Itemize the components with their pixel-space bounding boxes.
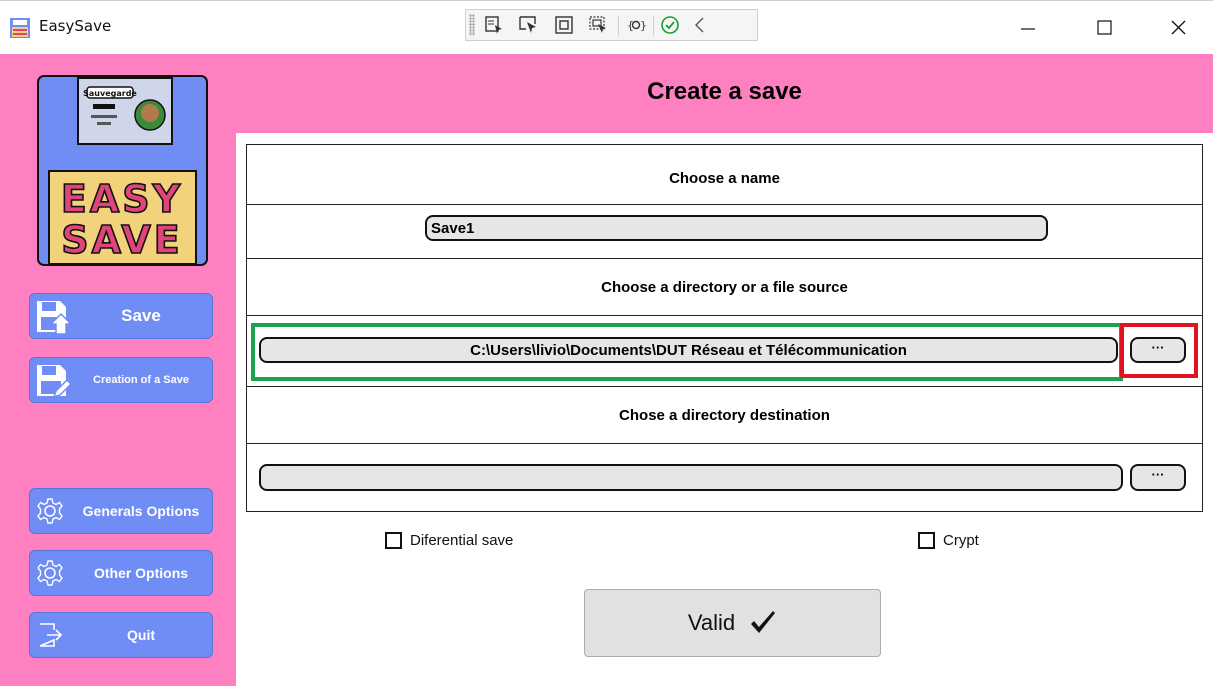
select-element-icon[interactable] xyxy=(484,15,504,35)
valid-button-label: Valid xyxy=(687,610,736,635)
differential-save-checkbox[interactable] xyxy=(385,532,402,549)
divider xyxy=(247,386,1202,387)
sidebar: Sauvegarde EASY SAVE Save Creation of a … xyxy=(0,54,236,686)
logo-text-top: EASY xyxy=(61,177,183,221)
toolbar-separator xyxy=(653,16,654,36)
destination-path-input[interactable] xyxy=(259,464,1123,491)
title-bar: EasySave { } xyxy=(0,0,1213,54)
generals-options-nav-button[interactable]: Generals Options xyxy=(29,488,213,534)
differential-save-option[interactable]: Diferential save xyxy=(385,532,513,549)
differential-save-label: Diferential save xyxy=(410,532,514,549)
page-header: Create a save xyxy=(236,54,1213,133)
crypt-checkbox[interactable] xyxy=(918,532,935,549)
valid-button[interactable]: Valid xyxy=(584,589,881,657)
save-nav-button[interactable]: Save xyxy=(29,293,213,339)
toolbar-grip[interactable] xyxy=(469,14,475,36)
source-section-label: Choose a directory or a file source xyxy=(601,279,848,296)
collapse-toolbar-icon[interactable] xyxy=(690,15,710,35)
checkmark-icon xyxy=(751,611,776,633)
app-icon xyxy=(10,18,30,38)
other-options-nav-button[interactable]: Other Options xyxy=(29,550,213,596)
logo-text-bottom: SAVE xyxy=(61,218,183,262)
select-cursor-icon[interactable] xyxy=(518,15,538,35)
hot-reload-status-icon[interactable] xyxy=(660,15,680,35)
divider xyxy=(247,204,1202,205)
track-focused-element-icon[interactable] xyxy=(588,15,608,35)
save-disk-edit-icon xyxy=(37,365,72,399)
display-layout-adorners-icon[interactable] xyxy=(554,15,574,35)
divider xyxy=(247,258,1202,259)
source-path-input[interactable]: C:\Users\livio\Documents\DUT Réseau et T… xyxy=(259,337,1118,363)
close-icon[interactable] xyxy=(1167,15,1191,39)
gear-icon xyxy=(37,498,63,524)
save-nav-label: Save xyxy=(121,306,161,325)
create-save-form: Choose a name Save1 Choose a directory o… xyxy=(246,144,1203,512)
window-title: EasySave xyxy=(39,17,112,35)
svg-text:Sauvegarde: Sauvegarde xyxy=(83,89,137,98)
crypt-label: Crypt xyxy=(943,532,979,549)
toolbar-separator xyxy=(618,16,619,36)
quit-nav-button[interactable]: Quit xyxy=(29,612,213,658)
name-section-label: Choose a name xyxy=(669,170,780,187)
minimize-icon[interactable] xyxy=(1016,15,1040,39)
quit-nav-label: Quit xyxy=(127,627,155,643)
destination-browse-button[interactable]: ··· xyxy=(1130,464,1186,491)
exit-icon xyxy=(39,623,63,647)
other-options-nav-label: Other Options xyxy=(93,565,189,581)
creation-of-a-save-nav-button[interactable]: Creation of a Save xyxy=(29,357,213,403)
source-browse-button[interactable]: ··· xyxy=(1130,337,1186,363)
generals-options-nav-label: Generals Options xyxy=(82,503,200,519)
gear-icon xyxy=(37,560,63,586)
page-title: Create a save xyxy=(647,78,802,105)
divider xyxy=(247,315,1202,316)
crypt-option[interactable]: Crypt xyxy=(918,532,979,549)
creation-of-a-save-nav-label: Creation of a Save xyxy=(93,374,189,386)
svg-text:}: } xyxy=(640,19,646,32)
easysave-logo: Sauvegarde EASY SAVE xyxy=(37,75,208,266)
debug-toolbar: { } xyxy=(465,9,758,41)
save-name-input[interactable]: Save1 xyxy=(425,215,1048,241)
divider xyxy=(247,443,1202,444)
maximize-icon[interactable] xyxy=(1093,15,1117,39)
save-disk-upload-icon xyxy=(37,301,72,335)
destination-section-label: Chose a directory destination xyxy=(619,407,830,424)
binding-failures-icon[interactable]: { } xyxy=(626,15,646,35)
